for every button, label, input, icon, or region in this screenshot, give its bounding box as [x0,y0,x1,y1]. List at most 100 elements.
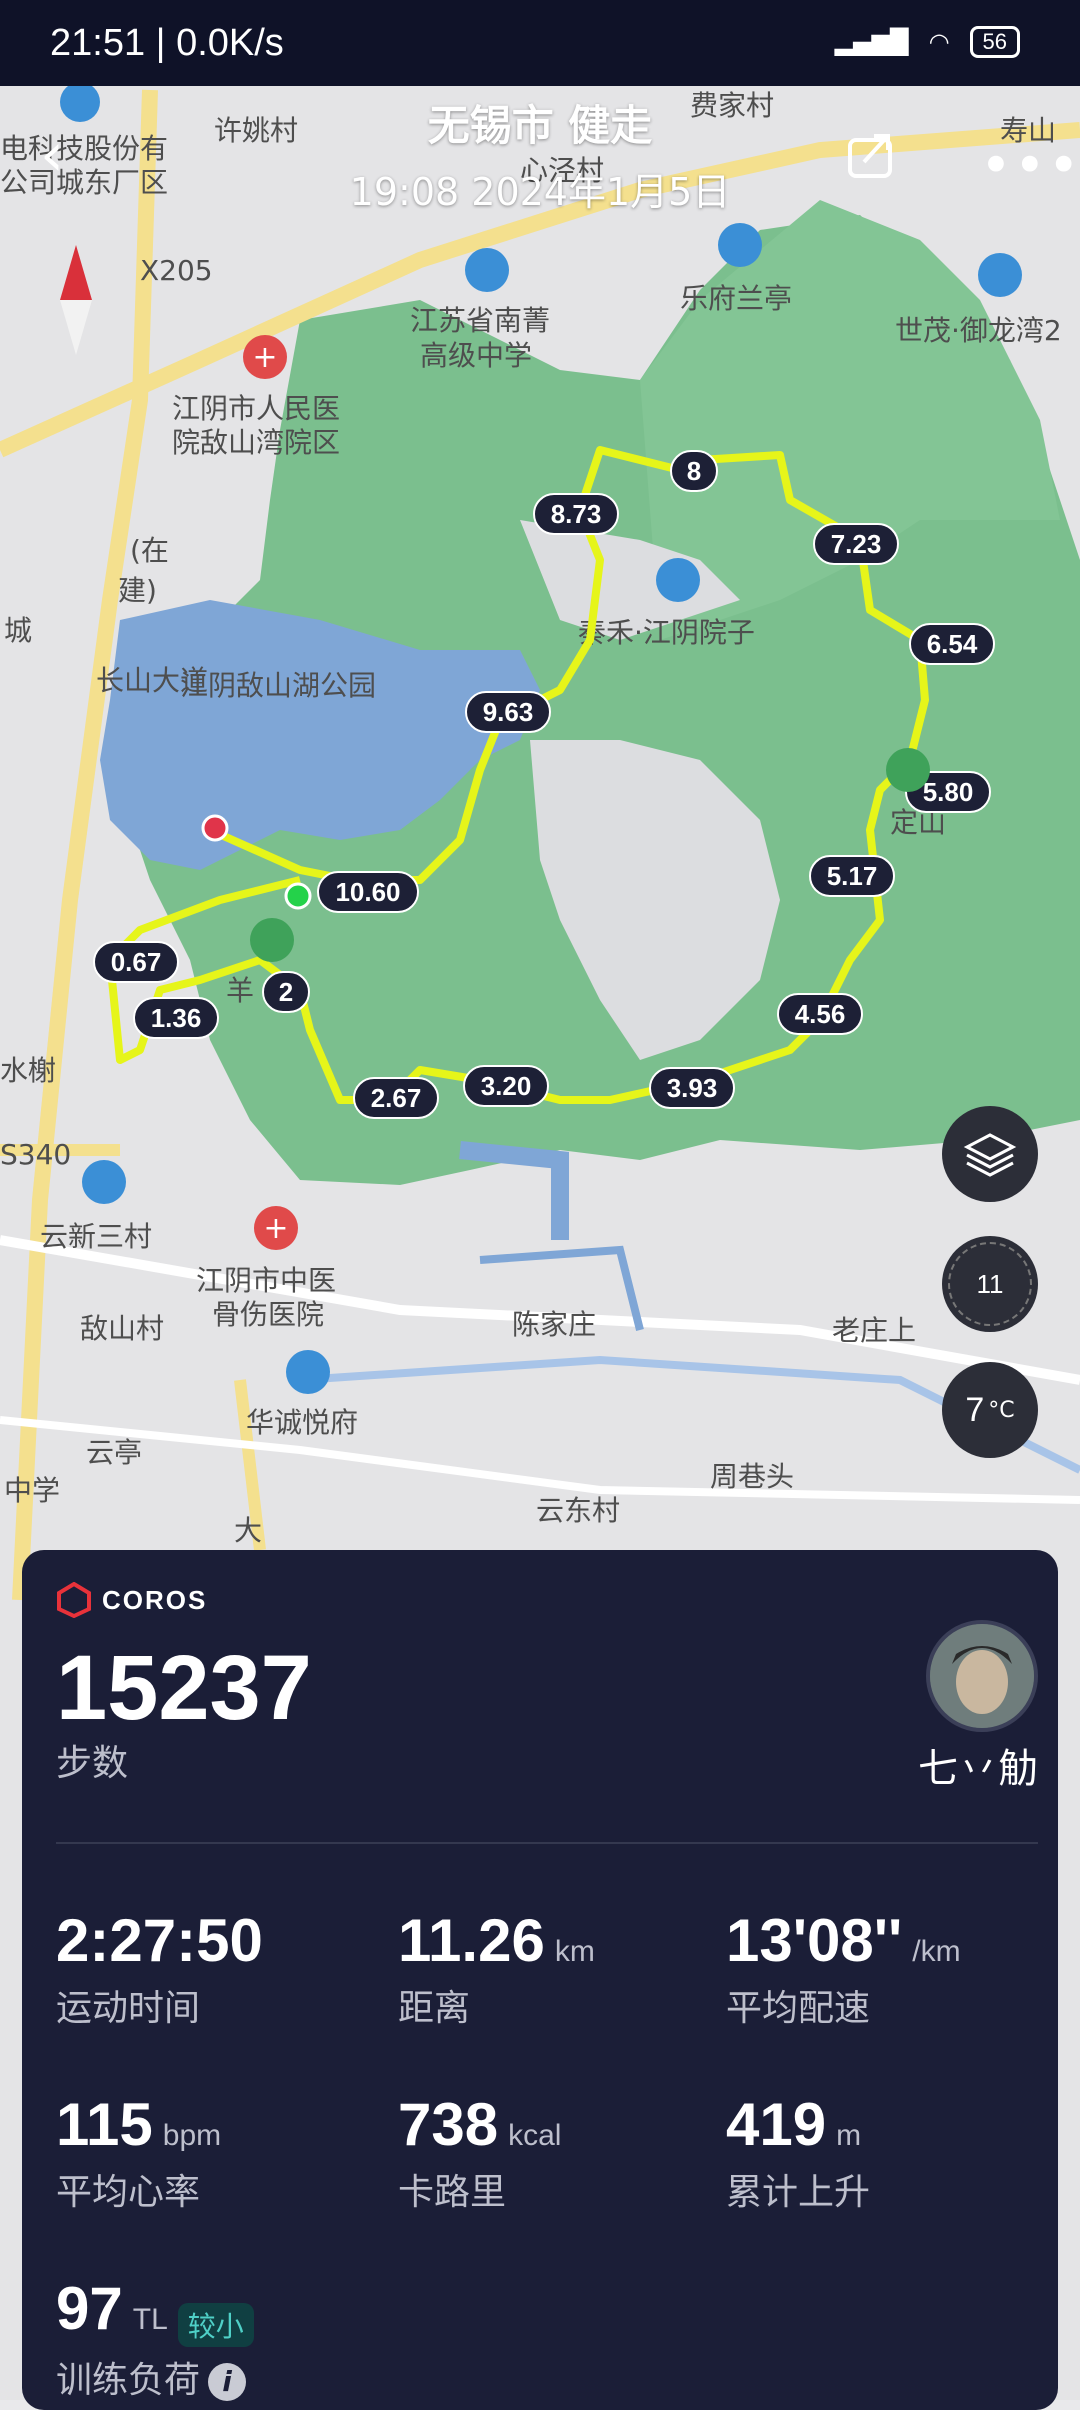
status-bar: 21:51 | 0.0K/s ▂▄▆█ ◠ 56 [0,0,1080,86]
km-marker-label: 0.67 [111,947,162,977]
activity-summary-panel: COROS 15237 步数 七丷觔 2:27:50 运动时间 11.26 km … [22,1550,1058,2410]
home-pin-icon [286,1350,330,1394]
map-label: 水榭 [0,1054,56,1087]
north-compass-icon [60,245,92,355]
km-marker: 8 [670,450,718,492]
svg-text:+: + [263,1211,288,1246]
home-pin-icon [656,558,700,602]
stat-duration: 2:27:50 运动时间 [56,1907,263,2029]
km-marker-label: 8 [687,456,701,486]
map-label: 江阴市中医 [196,1264,336,1297]
brand-name: COROS [102,1584,208,1615]
more-options-icon[interactable]: ••• [980,134,1080,197]
hospital-pin-icon: + [243,335,287,379]
km-marker-label: 2.67 [371,1083,422,1113]
km-marker-label: 2 [279,977,293,1007]
mountain-pin-icon [886,748,930,792]
map-label: 秦禾·江阴院子 [578,616,755,649]
brand-logo: COROS [56,1582,207,1618]
map-label: (在 [130,534,169,567]
stat-heart-rate: 115 bpm 平均心率 [56,2091,222,2213]
battery-indicator: 56 [969,26,1020,58]
share-icon[interactable] [846,128,898,180]
km-marker: 2 [262,971,310,1013]
km-marker: 8.73 [533,493,619,535]
hospital-pin-icon: + [254,1206,298,1250]
map-label: 建) [118,574,157,607]
weather-button[interactable]: 7 °C [942,1362,1038,1458]
map-label: 大 [234,1514,262,1547]
map-label: 中学 [4,1474,60,1507]
km-marker: 9.63 [465,691,551,733]
info-icon[interactable]: i [208,2362,247,2401]
map-label: 院敌山湾院区 [172,426,340,459]
training-load-badge: 较小 [177,2302,254,2347]
km-marker-label: 4.56 [795,999,846,1029]
stat-pace: 13'08''/km 平均配速 [726,1907,961,2029]
school-pin-icon [465,248,509,292]
map-label: 江阴敌山湖公园 [180,669,376,702]
km-marker-label: 8.73 [551,499,602,529]
map-label: 高级中学 [420,339,532,372]
km-marker-label: 5.17 [827,861,878,891]
km-marker: 6.54 [909,623,995,665]
km-marker-label: 9.63 [483,697,534,727]
map-label: 骨伤医院 [212,1298,324,1331]
km-marker: 1.36 [133,997,219,1039]
end-point [201,814,229,842]
home-pin-icon [82,1160,126,1204]
map-label: 云新三村 [40,1220,152,1253]
page-title: 无锡市 健走 [427,101,653,150]
layers-icon [963,1133,1017,1177]
home-pin-icon [978,253,1022,297]
km-marker: 3.20 [463,1065,549,1107]
km-marker: 10.60 [317,871,419,913]
weather-temp: 7 [965,1390,985,1429]
stat-distance: 11.26 km 距离 [398,1907,595,2029]
avatar[interactable] [926,1620,1038,1732]
km-marker-label: 3.20 [481,1071,532,1101]
map-label: 老庄上 [832,1314,916,1347]
map-label: 江阴市人民医 [172,392,340,425]
km-marker-label: 5.80 [923,777,974,807]
wifi-icon: ◠ [928,28,950,56]
map-label: X205 [140,254,213,287]
km-marker-label: 1.36 [151,1003,202,1033]
map-label: 羊 [226,974,254,1007]
km-marker: 2.67 [353,1077,439,1119]
signal-icon: ▂▄▆█ [834,28,909,56]
map-label: 华诚悦府 [246,1406,358,1439]
stat-training-load: 97 TL 较小 训练负荷 i [56,2274,254,2403]
stat-calories: 738 kcal 卡路里 [398,2091,562,2213]
start-point [284,882,312,910]
map-label: 云东村 [536,1494,620,1527]
steps-label: 步数 [56,1743,129,1784]
km-marker: 7.23 [813,523,899,565]
map-label: 世茂·御龙湾2 [895,314,1062,347]
km-marker: 5.17 [809,855,895,897]
stat-elevation: 419 m 累计上升 [726,2091,871,2213]
svg-text:+: + [252,340,277,375]
steps-value: 15237 [56,1637,312,1739]
map-layers-button[interactable] [942,1106,1038,1202]
weather-unit: °C [988,1397,1015,1423]
km-marker: 3.93 [649,1067,735,1109]
divider [56,1842,1038,1844]
username: 七丷觔 [918,1746,1038,1792]
map-label: 云亭 [86,1436,142,1469]
km-marker-label: 6.54 [927,629,978,659]
km-marker: 0.67 [93,941,179,983]
activity-datetime: 19:08 2024年1月5日 [349,170,731,214]
coros-logo-icon [57,1582,91,1618]
km-marker-label: 3.93 [667,1073,718,1103]
km-marker-label: 7.23 [831,529,882,559]
map-label: 陈家庄 [512,1308,596,1341]
compass-button[interactable]: 11 [942,1236,1038,1332]
map-label: 江苏省南菁 [410,304,550,337]
km-marker-label: 10.60 [335,877,400,907]
map-label: 敌山村 [80,1312,164,1345]
home-pin-icon [718,223,762,267]
mountain-pin-icon [250,918,294,962]
status-time: 21:51 | 0.0K/s [50,22,284,64]
map-label: 城 [4,614,32,647]
